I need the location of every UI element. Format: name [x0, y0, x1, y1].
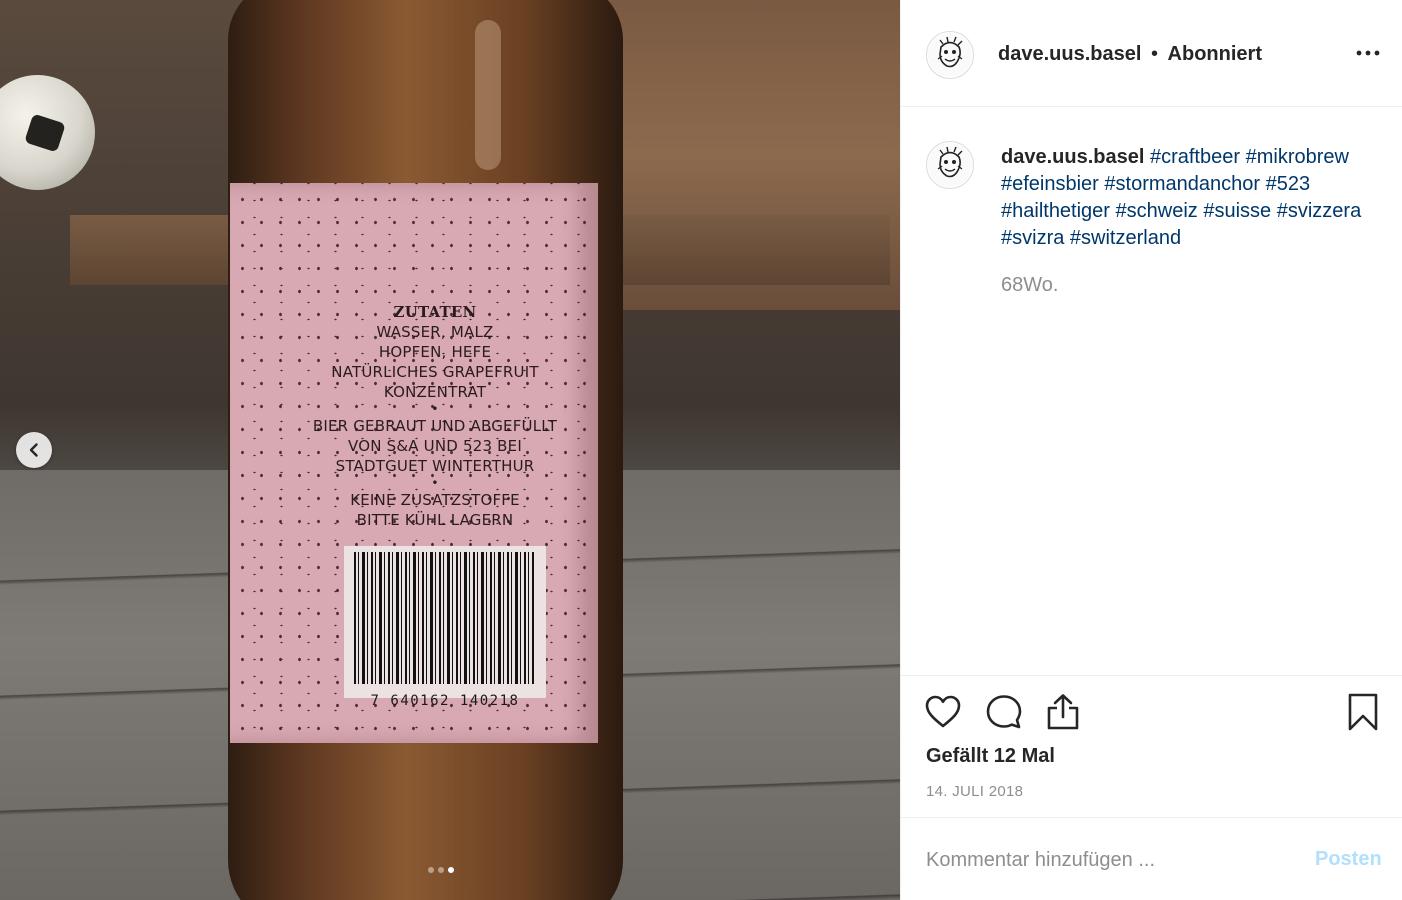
- header-separator: •: [1150, 43, 1158, 65]
- post-sidebar: dave.uus.basel • Abonniert dave.uus.base…: [900, 0, 1402, 900]
- hashtag-link[interactable]: #schweiz: [1116, 200, 1198, 222]
- hashtag-link[interactable]: #svizra: [1001, 227, 1064, 249]
- post-header: dave.uus.basel • Abonniert: [901, 0, 1402, 107]
- hashtag-link[interactable]: #hailthetiger: [1001, 200, 1110, 222]
- hashtag-link[interactable]: #suisse: [1203, 200, 1271, 222]
- more-options-button[interactable]: [1353, 38, 1383, 68]
- label-line: BITTE KÜHL LAGERN: [356, 511, 514, 529]
- like-button[interactable]: [924, 693, 962, 731]
- label-text: ZUTATEN WASSER, MALZ HOPFEN, HEFE NATÜRL…: [300, 302, 570, 530]
- save-button[interactable]: [1344, 693, 1382, 731]
- label-line: NATÜRLICHES GRAPEFRUIT: [331, 363, 539, 381]
- hashtag-link[interactable]: #523: [1266, 173, 1311, 195]
- post-caption: dave.uus.basel #craftbeer #mikrobrew #ef…: [1001, 144, 1381, 252]
- bottle-highlight: [475, 20, 501, 170]
- label-line: WASSER, MALZ: [376, 323, 494, 341]
- label-line: KONZENTRAT: [383, 383, 487, 401]
- bookmark-icon: [1348, 693, 1378, 731]
- carousel-dot-active: [448, 867, 454, 873]
- barcode-number: 7 640162 140218: [370, 693, 520, 709]
- caption-timestamp[interactable]: 68Wo.: [1001, 274, 1058, 297]
- chevron-left-icon: [29, 443, 38, 457]
- comment-button[interactable]: [985, 693, 1023, 731]
- hashtag-link[interactable]: #svizzera: [1277, 200, 1361, 222]
- hashtag-link[interactable]: #mikrobrew: [1246, 146, 1349, 168]
- heart-icon: [925, 695, 961, 728]
- header-user-line: dave.uus.basel • Abonniert: [998, 43, 1262, 66]
- avatar-illustration-icon: [928, 143, 972, 187]
- hashtag-link[interactable]: #switzerland: [1070, 227, 1181, 249]
- post-actions: Gefällt 12 Mal 14. JULI 2018: [901, 675, 1402, 817]
- post-photo[interactable]: ZUTATEN WASSER, MALZ HOPFEN, HEFE NATÜRL…: [0, 0, 900, 900]
- carousel-prev-button[interactable]: [16, 432, 52, 468]
- avatar[interactable]: [926, 31, 974, 79]
- caption-avatar[interactable]: [926, 141, 974, 189]
- label-line: HOPFEN, HEFE: [378, 343, 492, 361]
- post-date[interactable]: 14. JULI 2018: [926, 783, 1023, 800]
- carousel-dot: [428, 867, 434, 873]
- hashtag-link[interactable]: #stormandanchor: [1104, 173, 1260, 195]
- share-icon: [1047, 694, 1079, 730]
- carousel-dot: [438, 867, 444, 873]
- label-bullet: •: [431, 476, 439, 490]
- label-line: STADTGUET WINTERTHUR: [335, 457, 535, 475]
- share-button[interactable]: [1044, 693, 1082, 731]
- comment-input[interactable]: [926, 846, 1286, 874]
- hashtag-link[interactable]: #craftbeer: [1150, 146, 1240, 168]
- follow-status-button[interactable]: Abonniert: [1168, 43, 1262, 65]
- comment-icon: [986, 695, 1022, 729]
- hashtag-link[interactable]: #efeinsbier: [1001, 173, 1099, 195]
- caption-username[interactable]: dave.uus.basel: [1001, 146, 1144, 168]
- label-line: BIER GEBRAUT UND ABGEFÜLLT: [312, 417, 558, 435]
- avatar-illustration-icon: [928, 33, 972, 77]
- header-username[interactable]: dave.uus.basel: [998, 43, 1141, 65]
- comment-bar: Posten: [901, 817, 1402, 900]
- like-count[interactable]: Gefällt 12 Mal: [926, 745, 1055, 768]
- label-bullet: •: [431, 402, 439, 416]
- label-line: VON S&A UND 523 BEI: [348, 437, 522, 455]
- carousel-indicator: [428, 867, 454, 873]
- label-heading: ZUTATEN: [393, 303, 477, 321]
- post-comment-button[interactable]: Posten: [1315, 848, 1382, 871]
- barcode-bars: [354, 552, 534, 684]
- label-line: KEINE ZUSATZSTOFFE: [350, 491, 520, 509]
- more-horizontal-icon: [1356, 50, 1380, 56]
